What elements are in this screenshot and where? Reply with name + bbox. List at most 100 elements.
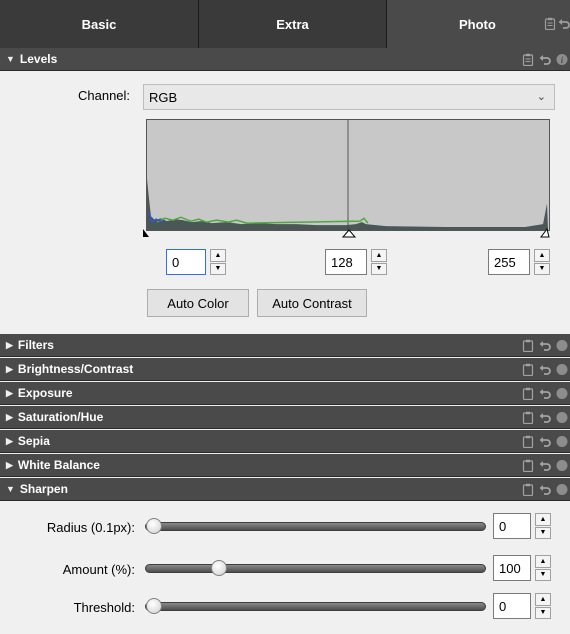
radius-slider[interactable]: [145, 518, 486, 534]
spin-down-icon[interactable]: ▼: [534, 262, 550, 275]
white-point-stepper[interactable]: 255 ▲ ▼: [488, 249, 550, 275]
section-saturation-header[interactable]: ▶ Saturation/Hue: [0, 406, 570, 429]
clipboard-icon[interactable]: [544, 17, 556, 30]
amount-slider-thumb[interactable]: [210, 560, 227, 576]
tab-basic[interactable]: Basic: [0, 0, 199, 48]
spin-up-icon[interactable]: ▲: [371, 249, 387, 262]
white-point-handle[interactable]: [540, 228, 550, 238]
section-levels-title: Levels: [19, 52, 58, 66]
spin-down-icon[interactable]: ▼: [535, 606, 551, 619]
section-sharpen-header[interactable]: ▼ Sharpen: [0, 478, 570, 501]
tab-basic-label: Basic: [81, 16, 117, 32]
amount-stepper[interactable]: 100 ▲ ▼: [493, 555, 551, 581]
section-saturation-title: Saturation/Hue: [17, 410, 104, 424]
info-icon[interactable]: [556, 459, 568, 472]
undo-icon[interactable]: [539, 339, 551, 352]
spin-up-icon[interactable]: ▲: [535, 593, 551, 606]
level-pointers: [143, 228, 550, 238]
mid-point-stepper[interactable]: 128 ▲ ▼: [325, 249, 387, 275]
clipboard-icon[interactable]: [522, 53, 534, 66]
expanded-arrow-icon: ▼: [6, 54, 15, 64]
collapsed-arrow-icon: ▶: [6, 363, 13, 374]
info-icon[interactable]: [556, 363, 568, 376]
spin-up-icon[interactable]: ▲: [534, 249, 550, 262]
clipboard-icon[interactable]: [522, 435, 534, 448]
section-filters-header[interactable]: ▶ Filters: [0, 334, 570, 357]
mid-point-spin-buttons[interactable]: ▲ ▼: [371, 249, 387, 275]
clipboard-icon[interactable]: [522, 363, 534, 376]
info-icon[interactable]: [556, 435, 568, 448]
auto-contrast-label: Auto Contrast: [272, 295, 352, 311]
black-point-input[interactable]: 0: [166, 249, 206, 275]
tab-photo[interactable]: Photo: [387, 0, 570, 48]
auto-color-label: Auto Color: [167, 295, 229, 311]
amount-slider[interactable]: [145, 560, 486, 576]
section-white-balance-header[interactable]: ▶ White Balance: [0, 454, 570, 477]
spin-down-icon[interactable]: ▼: [371, 262, 387, 275]
clipboard-icon[interactable]: [522, 483, 534, 496]
undo-icon[interactable]: [539, 387, 551, 400]
tab-bar: Basic Extra Photo: [0, 0, 570, 48]
undo-icon[interactable]: [539, 363, 551, 376]
undo-icon[interactable]: [539, 483, 551, 496]
info-icon[interactable]: [556, 387, 568, 400]
amount-spin-buttons[interactable]: ▲ ▼: [535, 555, 551, 581]
spin-down-icon[interactable]: ▼: [535, 568, 551, 581]
spin-down-icon[interactable]: ▼: [210, 262, 226, 275]
clipboard-icon[interactable]: [522, 339, 534, 352]
clipboard-icon[interactable]: [522, 411, 534, 424]
spin-up-icon[interactable]: ▲: [535, 555, 551, 568]
tab-icons: [544, 17, 570, 30]
info-icon[interactable]: [556, 483, 568, 496]
section-icons: [522, 435, 568, 448]
radius-slider-thumb[interactable]: [146, 518, 162, 534]
section-icons: [522, 483, 568, 496]
threshold-label: Threshold:: [73, 600, 135, 615]
section-levels-header[interactable]: ▼ Levels i: [0, 48, 570, 71]
undo-icon[interactable]: [539, 435, 551, 448]
clipboard-icon[interactable]: [522, 387, 534, 400]
black-point-spin-buttons[interactable]: ▲ ▼: [210, 249, 226, 275]
radius-stepper[interactable]: 0 ▲ ▼: [493, 513, 551, 539]
threshold-slider[interactable]: [145, 598, 486, 614]
section-sharpen-title: Sharpen: [19, 482, 68, 496]
mid-point-input[interactable]: 128: [325, 249, 367, 275]
undo-icon[interactable]: [539, 53, 551, 66]
auto-color-button[interactable]: Auto Color: [147, 289, 249, 317]
section-brightness-title: Brightness/Contrast: [17, 362, 134, 376]
black-point-handle[interactable]: [143, 229, 149, 237]
section-exposure-header[interactable]: ▶ Exposure: [0, 382, 570, 405]
tab-photo-label: Photo: [459, 16, 496, 32]
radius-input[interactable]: 0: [493, 513, 531, 539]
undo-icon[interactable]: [558, 17, 570, 30]
histogram: [146, 119, 550, 231]
channel-select[interactable]: RGB ⌄: [143, 84, 555, 110]
auto-contrast-button[interactable]: Auto Contrast: [257, 289, 367, 317]
mid-point-handle[interactable]: [341, 229, 357, 238]
black-point-stepper[interactable]: 0 ▲ ▼: [166, 249, 226, 275]
white-point-input[interactable]: 255: [488, 249, 530, 275]
clipboard-icon[interactable]: [522, 459, 534, 472]
section-brightness-header[interactable]: ▶ Brightness/Contrast: [0, 358, 570, 381]
collapsed-arrow-icon: ▶: [6, 411, 13, 422]
undo-icon[interactable]: [539, 459, 551, 472]
threshold-stepper[interactable]: 0 ▲ ▼: [493, 593, 551, 619]
spin-down-icon[interactable]: ▼: [535, 526, 551, 539]
info-icon[interactable]: [556, 411, 568, 424]
radius-spin-buttons[interactable]: ▲ ▼: [535, 513, 551, 539]
white-point-spin-buttons[interactable]: ▲ ▼: [534, 249, 550, 275]
info-icon[interactable]: [556, 339, 568, 352]
tab-extra[interactable]: Extra: [199, 0, 387, 48]
info-icon[interactable]: i: [556, 53, 568, 66]
section-sepia-header[interactable]: ▶ Sepia: [0, 430, 570, 453]
spin-up-icon[interactable]: ▲: [535, 513, 551, 526]
threshold-slider-thumb[interactable]: [146, 598, 162, 614]
section-filters-title: Filters: [17, 338, 54, 352]
amount-input[interactable]: 100: [493, 555, 531, 581]
radius-value: 0: [499, 518, 507, 534]
threshold-input[interactable]: 0: [493, 593, 531, 619]
undo-icon[interactable]: [539, 411, 551, 424]
threshold-spin-buttons[interactable]: ▲ ▼: [535, 593, 551, 619]
spin-up-icon[interactable]: ▲: [210, 249, 226, 262]
section-white-balance-title: White Balance: [17, 458, 100, 472]
